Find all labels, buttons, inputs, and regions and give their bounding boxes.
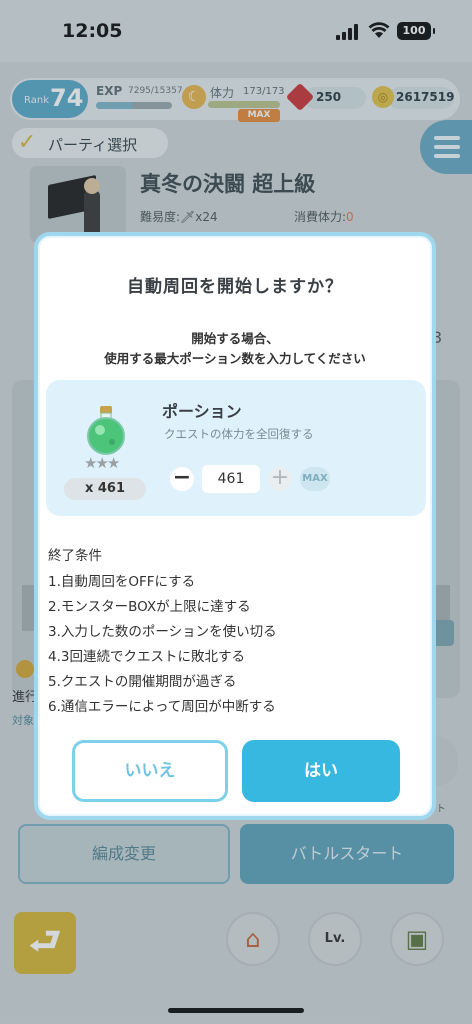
potion-quantity-input[interactable] <box>202 465 260 493</box>
max-button[interactable]: MAX <box>300 467 330 491</box>
end-condition-item: 4.3回連続でクエストに敗北する <box>48 649 245 665</box>
end-condition-item: 2.モンスターBOXが上限に達する <box>48 599 251 615</box>
end-condition-item: 1.自動周回をOFFにする <box>48 574 196 590</box>
dialog-subtitle-line1: 開始する場合、 <box>191 331 279 346</box>
increase-button[interactable]: + <box>268 467 292 491</box>
potion-description: クエストの体力を全回復する <box>164 427 314 441</box>
auto-repeat-dialog <box>34 232 436 820</box>
end-conditions-title: 終了条件 <box>48 548 102 564</box>
end-condition-item: 5.クエストの開催期間が過ぎる <box>48 674 237 690</box>
no-button[interactable]: いいえ <box>72 740 228 802</box>
dialog-title: 自動周回を開始しますか？ <box>127 277 343 297</box>
potion-owned-count: x 461 <box>64 478 146 500</box>
dialog-subtitle-line2: 使用する最大ポーション数を入力してください <box>104 351 366 366</box>
decrease-button[interactable]: − <box>170 467 194 491</box>
rarity-stars: ★★★ <box>84 454 120 472</box>
potion-name: ポーション <box>162 402 242 421</box>
potion-bottle-icon <box>80 404 132 456</box>
yes-button[interactable]: はい <box>242 740 400 802</box>
end-condition-item: 6.通信エラーによって周回が中断する <box>48 699 276 715</box>
end-condition-item: 3.入力した数のポーションを使い切る <box>48 624 277 640</box>
